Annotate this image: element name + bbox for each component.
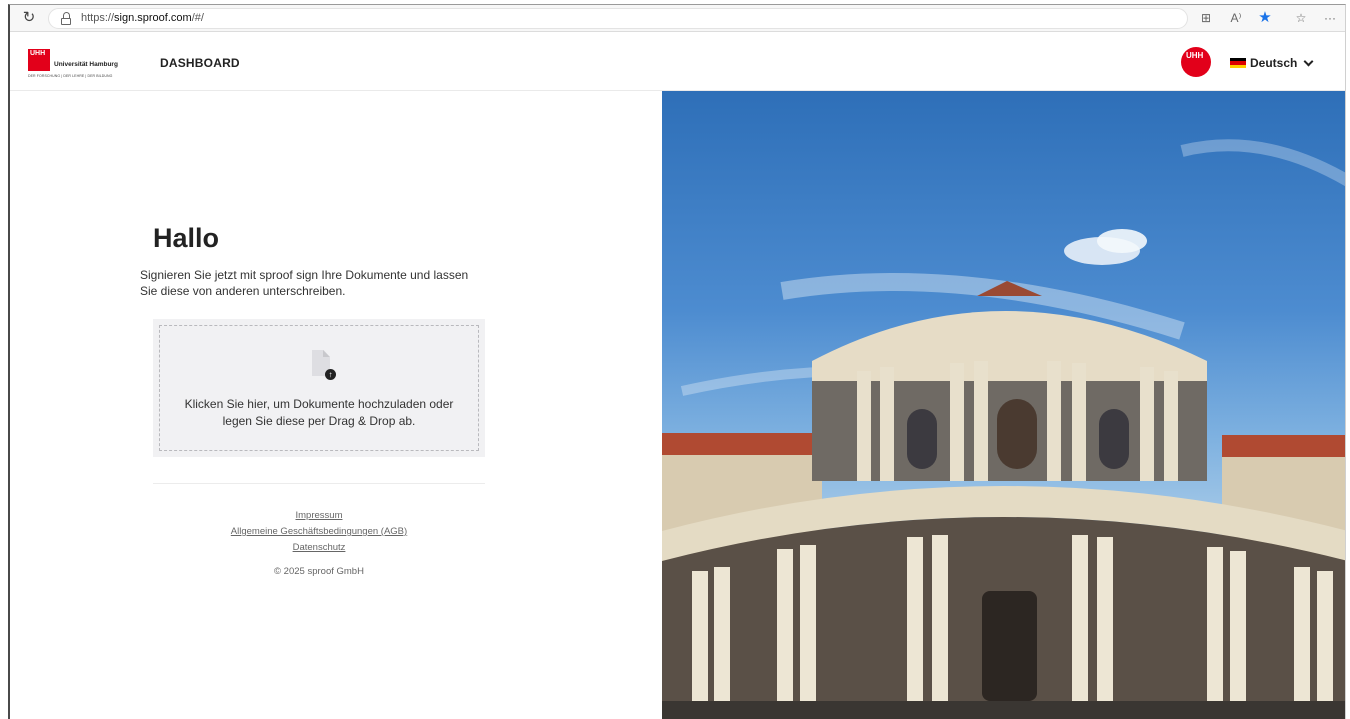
site-header: UHH Universität Hamburg DER FORSCHUNG | … xyxy=(10,33,1345,91)
logo-name: Universität Hamburg xyxy=(54,61,118,68)
logo-mark: UHH xyxy=(28,49,50,71)
browser-window: ↻ https://sign.sproof.com/#/ ⊞ A⁾ ★ ☆ ··… xyxy=(8,4,1346,719)
footer: Impressum Allgemeine Geschäftsbedingunge… xyxy=(153,508,485,577)
reload-icon[interactable]: ↻ xyxy=(20,9,38,27)
german-flag-icon xyxy=(1230,58,1246,68)
footer-link-datenschutz[interactable]: Datenschutz xyxy=(153,540,485,556)
university-logo[interactable]: UHH Universität Hamburg DER FORSCHUNG | … xyxy=(28,49,128,79)
dropzone-border: ↑ Klicken Sie hier, um Dokumente hochzul… xyxy=(159,325,479,451)
dropzone-text: Klicken Sie hier, um Dokumente hochzulad… xyxy=(184,397,454,428)
footer-link-agb[interactable]: Allgemeine Geschäftsbedingungen (AGB) xyxy=(153,524,485,540)
more-icon[interactable]: ··· xyxy=(1320,9,1340,27)
read-aloud-icon[interactable]: A⁾ xyxy=(1226,9,1246,27)
upload-dropzone[interactable]: ↑ Klicken Sie hier, um Dokumente hochzul… xyxy=(153,319,485,457)
logo-tagline: DER FORSCHUNG | DER LEHRE | DER BILDUNG xyxy=(28,74,113,78)
browser-toolbar: ↻ https://sign.sproof.com/#/ ⊞ A⁾ ★ ☆ ··… xyxy=(10,5,1345,32)
favorites-icon[interactable]: ☆ xyxy=(1291,9,1311,27)
copyright: © 2025 sproof GmbH xyxy=(274,566,364,577)
avatar[interactable]: UHH xyxy=(1181,47,1211,77)
language-selector[interactable]: Deutsch xyxy=(1230,55,1314,71)
university-building-photo xyxy=(662,91,1345,719)
chevron-down-icon xyxy=(1303,56,1314,66)
document-upload-icon: ↑ xyxy=(312,350,336,380)
intro-text: Signieren Sie jetzt mit sproof sign Ihre… xyxy=(140,268,469,298)
footer-link-impressum[interactable]: Impressum xyxy=(153,508,485,524)
page-title: Hallo xyxy=(153,223,220,253)
url-text[interactable]: https://sign.sproof.com/#/ xyxy=(81,12,204,24)
lock-icon[interactable] xyxy=(61,12,71,26)
divider xyxy=(153,483,485,484)
split-screen-icon[interactable]: ⊞ xyxy=(1196,9,1216,27)
star-icon[interactable]: ★ xyxy=(1255,9,1275,27)
address-bar[interactable]: https://sign.sproof.com/#/ xyxy=(48,8,1188,29)
nav-dashboard[interactable]: DASHBOARD xyxy=(160,56,240,70)
language-label: Deutsch xyxy=(1250,56,1298,70)
